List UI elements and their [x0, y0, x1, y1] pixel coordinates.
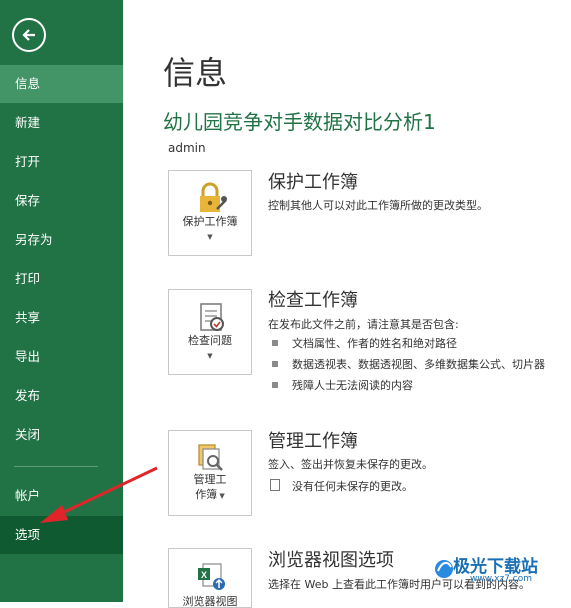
watermark-url: www.xz7.com [470, 574, 532, 584]
annotation-arrow [40, 466, 158, 523]
